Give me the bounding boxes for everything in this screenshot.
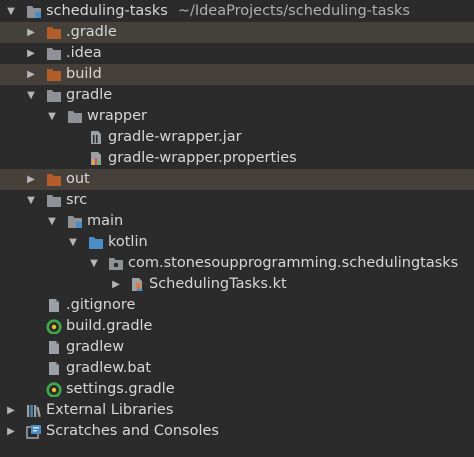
tree-row[interactable]: .gitignore <box>0 295 474 316</box>
tree-item-label: build <box>66 66 102 82</box>
tree-item-label: kotlin <box>108 234 148 250</box>
gradle-file-icon <box>46 319 62 334</box>
text-file-icon <box>49 341 59 354</box>
tree-row[interactable]: ▼ gradle <box>0 85 474 106</box>
project-module-folder-icon <box>27 6 41 18</box>
tree-row[interactable]: gradle-wrapper.jar <box>0 127 474 148</box>
collapsed-arrow-icon[interactable]: ▶ <box>5 400 17 421</box>
expanded-arrow-icon[interactable]: ▼ <box>67 232 79 253</box>
collapsed-arrow-icon[interactable]: ▶ <box>25 169 37 190</box>
folder-icon <box>68 111 82 123</box>
tree-item-label: .gradle <box>66 24 117 40</box>
folder-icon <box>47 90 61 102</box>
tree-row[interactable]: gradlew.bat <box>0 358 474 379</box>
project-path: ~/IdeaProjects/scheduling-tasks <box>177 3 410 19</box>
tree-item-label: build.gradle <box>66 318 153 334</box>
expanded-arrow-icon[interactable]: ▼ <box>46 106 58 127</box>
tree-row[interactable]: gradle-wrapper.properties <box>0 148 474 169</box>
source-root-folder-icon <box>68 216 82 228</box>
collapsed-arrow-icon[interactable]: ▶ <box>5 421 17 442</box>
tree-item-label: gradle-wrapper.properties <box>108 150 297 166</box>
excluded-folder-icon <box>47 174 61 186</box>
tree-row[interactable]: ▶ SchedulingTasks.kt <box>0 274 474 295</box>
libraries-icon <box>27 405 41 418</box>
excluded-folder-icon <box>47 27 61 39</box>
project-name: scheduling-tasks <box>46 3 168 19</box>
tree-item-label: gradlew.bat <box>66 360 152 376</box>
tree-row[interactable]: ▶ out <box>0 169 474 190</box>
tree-row[interactable]: ▶ .gradle <box>0 22 474 43</box>
tree-row[interactable]: ▶ Scratches and Consoles <box>0 421 474 442</box>
collapsed-arrow-icon[interactable]: ▶ <box>25 43 37 64</box>
collapsed-arrow-icon[interactable]: ▶ <box>25 22 37 43</box>
tree-row[interactable]: ▶ .idea <box>0 43 474 64</box>
tree-row[interactable]: ▼ main <box>0 211 474 232</box>
scratches-icon <box>26 425 41 439</box>
collapsed-arrow-icon[interactable]: ▶ <box>110 274 122 295</box>
text-file-icon <box>49 299 59 312</box>
tree-row[interactable]: build.gradle <box>0 316 474 337</box>
tree-row[interactable]: ▶ External Libraries <box>0 400 474 421</box>
properties-file-icon <box>91 152 101 165</box>
package-icon <box>109 258 123 270</box>
tree-row[interactable]: ▼ com.stonesoupprogramming.schedulingtask… <box>0 253 474 274</box>
tree-item-label: gradle <box>66 87 113 103</box>
expanded-arrow-icon[interactable]: ▼ <box>46 211 58 232</box>
tree-item-label: .idea <box>66 45 102 61</box>
tree-item-label: main <box>87 213 124 229</box>
source-folder-icon <box>89 237 103 249</box>
expanded-arrow-icon[interactable]: ▼ <box>5 1 17 22</box>
tree-item-label: src <box>66 192 88 208</box>
project-tree: ▼ scheduling-tasks ~/IdeaProjects/schedul… <box>0 0 474 457</box>
tree-item-label: settings.gradle <box>66 381 175 397</box>
folder-icon <box>47 195 61 207</box>
expanded-arrow-icon[interactable]: ▼ <box>88 253 100 274</box>
tree-item-label: External Libraries <box>46 402 174 418</box>
tree-item-label: gradle-wrapper.jar <box>108 129 242 145</box>
tree-item-label: Scratches and Consoles <box>46 423 219 439</box>
tree-item-label: gradlew <box>66 339 125 355</box>
project-name-label: scheduling-tasks ~/IdeaProjects/schedulin… <box>46 1 410 22</box>
tree-item-label: SchedulingTasks.kt <box>149 276 287 292</box>
jar-file-icon <box>91 131 101 144</box>
tree-item-label: wrapper <box>87 108 147 124</box>
tree-row[interactable]: gradlew <box>0 337 474 358</box>
tree-row[interactable]: ▼ kotlin <box>0 232 474 253</box>
tree-item-label: out <box>66 171 90 187</box>
gradle-file-icon <box>46 382 62 397</box>
tree-row-project[interactable]: ▼ scheduling-tasks ~/IdeaProjects/schedul… <box>0 1 474 22</box>
expanded-arrow-icon[interactable]: ▼ <box>25 190 37 211</box>
tree-row[interactable]: settings.gradle <box>0 379 474 400</box>
expanded-arrow-icon[interactable]: ▼ <box>25 85 37 106</box>
tree-item-label: .gitignore <box>66 297 136 313</box>
excluded-folder-icon <box>47 69 61 81</box>
tree-row[interactable]: ▼ src <box>0 190 474 211</box>
tree-row[interactable]: ▶ build <box>0 64 474 85</box>
kotlin-file-icon <box>132 278 143 291</box>
tree-row[interactable]: ▼ wrapper <box>0 106 474 127</box>
folder-icon <box>47 48 61 60</box>
text-file-icon <box>49 362 59 375</box>
collapsed-arrow-icon[interactable]: ▶ <box>25 64 37 85</box>
tree-item-label: com.stonesoupprogramming.schedulingtasks <box>128 255 459 271</box>
